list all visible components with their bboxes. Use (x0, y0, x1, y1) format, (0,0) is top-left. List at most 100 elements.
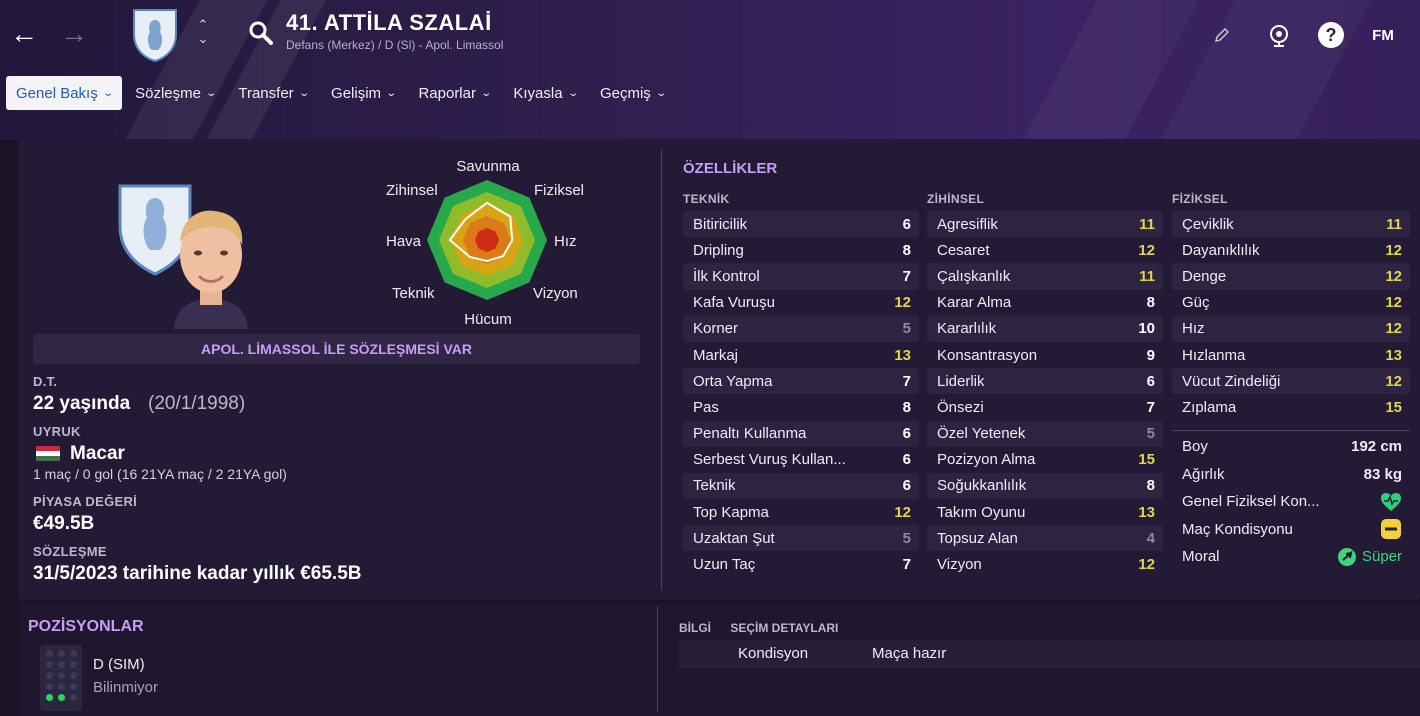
tab-raporlar[interactable]: Raporlar ⌄ (408, 76, 500, 110)
attribute-row-mental[interactable]: Liderlik 6 (927, 368, 1163, 395)
attribute-row-mental[interactable]: Pozizyon Alma 15 (927, 447, 1163, 473)
tab-bilgi[interactable]: BİLGİ (679, 621, 711, 635)
svg-text:?: ? (1326, 25, 1337, 45)
attribute-row-technical[interactable]: Serbest Vuruş Kullan... 6 (683, 447, 919, 473)
search-icon[interactable] (248, 20, 274, 46)
tab-gecmis[interactable]: Geçmiş ⌄ (590, 76, 675, 110)
attribute-name: Uzaktan Şut (693, 529, 775, 547)
pitch-dot (58, 694, 65, 701)
tab-label: Transfer (238, 84, 294, 102)
tab-label: Geçmiş (599, 84, 651, 102)
attribute-row-mental[interactable]: Karar Alma 8 (927, 290, 1163, 316)
attribute-row-physical[interactable]: Hızlanma 13 (1172, 342, 1410, 368)
radar-label-zihinsel: Zihinsel (386, 182, 438, 199)
attribute-value: 7 (902, 372, 911, 390)
attribute-row-mental[interactable]: Vizyon 12 (927, 551, 1163, 577)
physical-details: Boy 192 cm Ağırlık 83 kg Genel Fiziksel Ko… (1172, 430, 1410, 571)
attribute-row-mental[interactable]: Kararlılık 10 (927, 315, 1163, 342)
attribute-value: 6 (1146, 372, 1155, 390)
attribute-name: Dripling (693, 241, 744, 259)
selection-tabs: BİLGİ SEÇİM DETAYLARI (679, 621, 838, 635)
radar-label-teknik: Teknik (392, 285, 435, 302)
tab-genel-bakis[interactable]: Genel Bakış ⌄ (6, 76, 123, 110)
attribute-value: 12 (1385, 294, 1402, 312)
attribute-row-physical[interactable]: Dayanıklılık 12 (1172, 237, 1410, 263)
player-radar-chart: Savunma Fiziksel Hız Vizyon Hücum Teknik… (380, 155, 600, 330)
attribute-value: 12 (1138, 241, 1155, 259)
attribute-row-technical[interactable]: Dripling 8 (683, 237, 919, 263)
physical-attributes-list: Çeviklik 11 Dayanıklılık 12 Denge 12 Güç 12 Hız 1… (1172, 211, 1410, 421)
attribute-row-physical[interactable]: Vücut Zindeliği 12 (1172, 368, 1410, 395)
attribute-row-technical[interactable]: Pas 8 (683, 394, 919, 420)
attribute-row-technical[interactable]: Markaj 13 (683, 342, 919, 368)
radar-label-hava: Hava (386, 233, 422, 250)
attribute-value: 12 (894, 294, 911, 312)
attribute-row-technical[interactable]: İlk Kontrol 7 (683, 263, 919, 290)
attribute-row-mental[interactable]: Cesaret 12 (927, 237, 1163, 263)
tab-gelisim[interactable]: Gelişim ⌄ (321, 76, 405, 110)
market-value: €49.5B (33, 513, 95, 534)
tab-label: Kıyasla (513, 84, 563, 102)
tab-label: Sözleşme (135, 84, 201, 102)
tab-secim-detaylari[interactable]: SEÇİM DETAYLARI (730, 621, 838, 635)
tab-kiyasla[interactable]: Kıyasla ⌄ (503, 76, 587, 110)
pitch-dot (46, 683, 53, 690)
attribute-row-technical[interactable]: Top Kapma 12 (683, 499, 919, 525)
attribute-row-physical[interactable]: Zıplama 15 (1172, 394, 1410, 420)
selection-value: Maça hazır (872, 645, 947, 662)
dob-value: (20/1/1998) (148, 393, 246, 414)
tab-transfer[interactable]: Transfer ⌄ (228, 76, 318, 110)
attribute-name: Dayanıklılık (1182, 241, 1260, 259)
weight-value: 83 kg (1363, 465, 1402, 483)
help-icon[interactable]: ? (1314, 18, 1348, 52)
attribute-row-mental[interactable]: Konsantrasyon 9 (927, 342, 1163, 368)
attribute-row-mental[interactable]: Önsezi 7 (927, 394, 1163, 420)
attribute-row-mental[interactable]: Agresiflik 11 (927, 211, 1163, 238)
globe-icon[interactable] (1262, 18, 1296, 52)
tab-sozlesme[interactable]: Sözleşme ⌄ (125, 76, 225, 110)
club-crest-icon[interactable] (130, 6, 180, 62)
attribute-row-technical[interactable]: Uzun Taç 7 (683, 551, 919, 577)
attribute-name: Özel Yetenek (937, 425, 1026, 443)
attribute-name: Korner (693, 320, 739, 338)
attribute-row-mental[interactable]: Özel Yetenek 5 (927, 420, 1163, 447)
attribute-row-technical[interactable]: Bitiricilik 6 (683, 211, 919, 238)
attribute-row-physical[interactable]: Çeviklik 11 (1172, 211, 1410, 238)
pitch-dot (70, 694, 77, 701)
pitch-dot (58, 661, 65, 668)
attribute-name: Pozizyon Alma (937, 451, 1036, 469)
morale-label: Moral (1182, 548, 1220, 566)
attribute-row-technical[interactable]: Penaltı Kullanma 6 (683, 420, 919, 447)
attribute-row-physical[interactable]: Hız 12 (1172, 315, 1410, 342)
pitch-dot (70, 650, 77, 657)
fm-menu-button[interactable]: FM (1366, 18, 1400, 52)
attribute-row-technical[interactable]: Orta Yapma 7 (683, 368, 919, 395)
position-value: D (SIM) (93, 656, 145, 673)
player-switch-arrows[interactable]: ⌃ ⌄ (194, 18, 212, 52)
attribute-row-physical[interactable]: Güç 12 (1172, 290, 1410, 316)
attribute-value: 7 (902, 267, 911, 285)
forward-arrow-icon[interactable]: → (54, 14, 94, 54)
attribute-row-technical[interactable]: Kafa Vuruşu 12 (683, 290, 919, 316)
attribute-row-technical[interactable]: Korner 5 (683, 315, 919, 342)
attribute-row-technical[interactable]: Teknik 6 (683, 472, 919, 500)
back-arrow-icon[interactable]: ← (4, 14, 44, 54)
pitch-dot (58, 683, 65, 690)
attribute-row-mental[interactable]: Soğukkanlılık 8 (927, 472, 1163, 500)
chevron-down-icon: ⌄ (205, 87, 218, 99)
morale-status: Süper (1337, 547, 1402, 566)
attribute-value: 4 (1146, 529, 1155, 547)
attribute-value: 7 (1146, 398, 1155, 416)
attribute-row-mental[interactable]: Çalışkanlık 11 (927, 263, 1163, 290)
attribute-name: Denge (1182, 267, 1227, 285)
attribute-row-mental[interactable]: Takım Oyunu 13 (927, 499, 1163, 525)
attribute-value: 7 (902, 556, 911, 574)
attribute-row-mental[interactable]: Topsuz Alan 4 (927, 525, 1163, 552)
pencil-icon[interactable] (1205, 18, 1239, 52)
attribute-row-technical[interactable]: Uzaktan Şut 5 (683, 525, 919, 552)
selection-row: Kondisyon Maça hazır (679, 640, 1420, 668)
pitch-dot (70, 672, 77, 679)
dob-label: D.T. (33, 374, 58, 389)
attribute-name: İlk Kontrol (693, 267, 760, 285)
attribute-row-physical[interactable]: Denge 12 (1172, 263, 1410, 290)
